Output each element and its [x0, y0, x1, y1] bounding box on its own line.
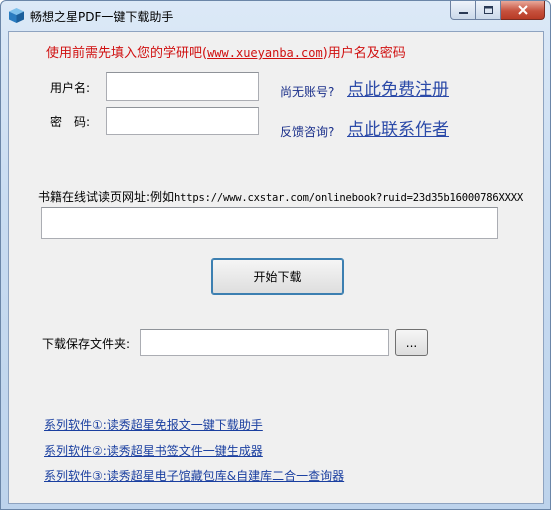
save-folder-input[interactable]: [140, 329, 389, 356]
minimize-icon: [458, 11, 468, 14]
register-hint: 尚无账号?: [280, 85, 335, 99]
login-notice: 使用前需先填入您的学研吧(www.xueyanba.com)用户名及密码: [46, 42, 406, 61]
url-example: https://www.cxstar.com/onlinebook?ruid=2…: [174, 192, 523, 204]
window-controls: [450, 1, 545, 20]
close-button[interactable]: [501, 1, 545, 20]
register-link[interactable]: 点此免费注册: [347, 75, 449, 100]
url-label: 书籍在线试读页网址:例如https://www.cxstar.com/onlin…: [38, 188, 523, 205]
browse-folder-button[interactable]: ...: [395, 329, 428, 356]
title-bar[interactable]: 畅想之星PDF一键下载助手: [1, 1, 550, 31]
maximize-button[interactable]: [476, 1, 501, 20]
save-folder-label: 下载保存文件夹:: [42, 337, 131, 351]
password-input[interactable]: [106, 107, 259, 135]
series-link-1[interactable]: 系列软件①:读秀超星免报文一键下载助手: [44, 416, 263, 433]
window-title: 畅想之星PDF一键下载助手: [30, 10, 174, 24]
xueyanba-link[interactable]: www.xueyanba.com: [207, 46, 323, 60]
contact-author-link[interactable]: 点此联系作者: [347, 115, 449, 140]
username-input[interactable]: [106, 72, 259, 101]
main-panel: 使用前需先填入您的学研吧(www.xueyanba.com)用户名及密码 用户名…: [8, 31, 544, 504]
start-download-button[interactable]: 开始下载: [211, 258, 344, 295]
close-icon: [517, 5, 528, 15]
notice-suffix: )用户名及密码: [322, 46, 406, 61]
password-label: 密 码:: [50, 115, 91, 129]
url-label-text: 书籍在线试读页网址:例如: [38, 190, 175, 204]
notice-prefix: 使用前需先填入您的学研吧(: [46, 46, 208, 61]
app-cube-icon: [9, 8, 24, 23]
book-url-input[interactable]: [41, 207, 498, 239]
username-label: 用户名:: [50, 81, 91, 95]
feedback-hint: 反馈咨询?: [280, 125, 335, 139]
series-link-2[interactable]: 系列软件②:读秀超星书签文件一键生成器: [44, 442, 263, 459]
maximize-icon: [483, 6, 493, 14]
minimize-button[interactable]: [450, 1, 476, 20]
app-window: 畅想之星PDF一键下载助手 使用前需先填入您的学研吧(www.xueyanba.…: [0, 0, 551, 510]
series-link-3[interactable]: 系列软件③:读秀超星电子馆藏包库&自建库二合一查询器: [44, 467, 344, 484]
